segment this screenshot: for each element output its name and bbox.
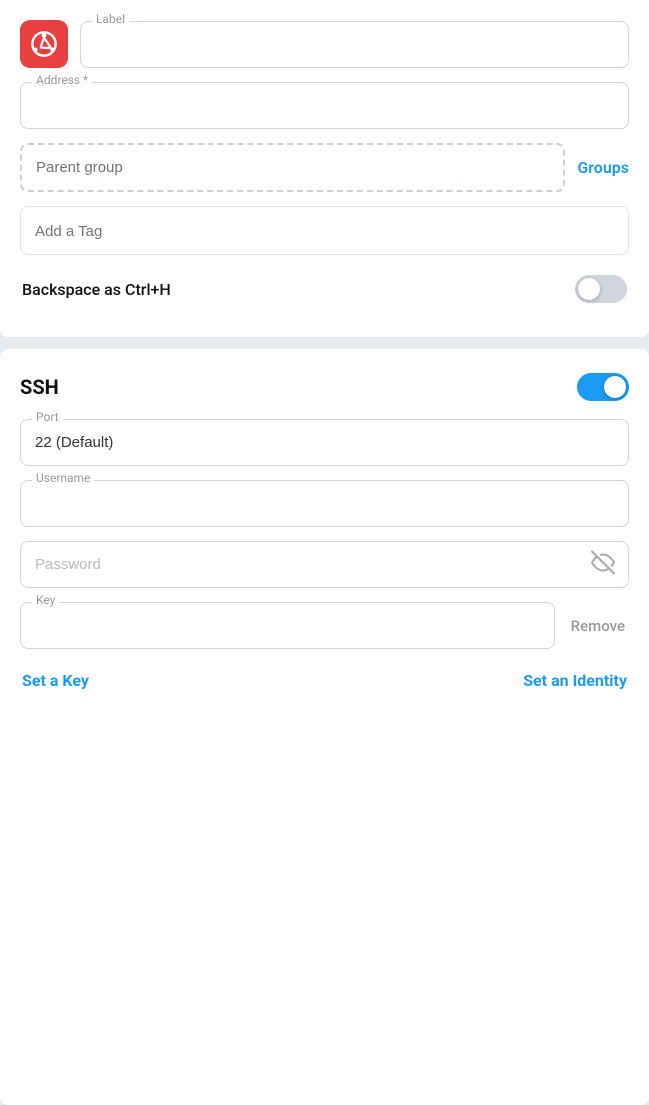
groups-link[interactable]: Groups [577,158,629,177]
label-input[interactable] [80,21,629,68]
tag-input-container [20,206,629,255]
backspace-row: Backspace as Ctrl+H [20,269,629,309]
tag-input[interactable] [35,223,614,240]
backspace-label: Backspace as Ctrl+H [22,280,171,299]
parent-group-input[interactable] [20,143,565,192]
top-section: Label Address * Groups Backspace as Ctrl… [0,0,649,337]
app-icon [20,20,68,68]
port-input-wrap: Port [20,419,629,466]
address-section: Address * [20,82,629,129]
port-input[interactable] [20,419,629,466]
username-input[interactable] [20,480,629,527]
eye-off-icon[interactable] [591,550,615,579]
label-input-wrap: Label [80,21,629,68]
set-key-link[interactable]: Set a Key [22,671,89,690]
page-container: Label Address * Groups Backspace as Ctrl… [0,0,649,1105]
ssh-header: SSH [20,373,629,401]
username-input-wrap: Username [20,480,629,527]
password-input-wrap [20,541,629,588]
password-input[interactable] [20,541,629,588]
ssh-toggle[interactable] [577,373,629,401]
backspace-toggle[interactable] [575,275,627,303]
address-input[interactable] [20,82,629,129]
remove-button[interactable]: Remove [567,611,629,641]
toggle-thumb [578,278,600,300]
action-row: Set a Key Set an Identity [20,663,629,690]
key-input[interactable] [20,602,555,649]
set-identity-link[interactable]: Set an Identity [523,671,627,690]
ssh-title: SSH [20,375,59,399]
key-input-wrap: Key [20,602,555,649]
ssh-section: SSH Port Username [0,349,649,1105]
ssh-toggle-thumb [604,376,626,398]
key-row: Key Remove [20,602,629,649]
label-row: Label [20,20,629,68]
parent-group-row: Groups [20,143,629,192]
ubuntu-icon [30,30,58,58]
